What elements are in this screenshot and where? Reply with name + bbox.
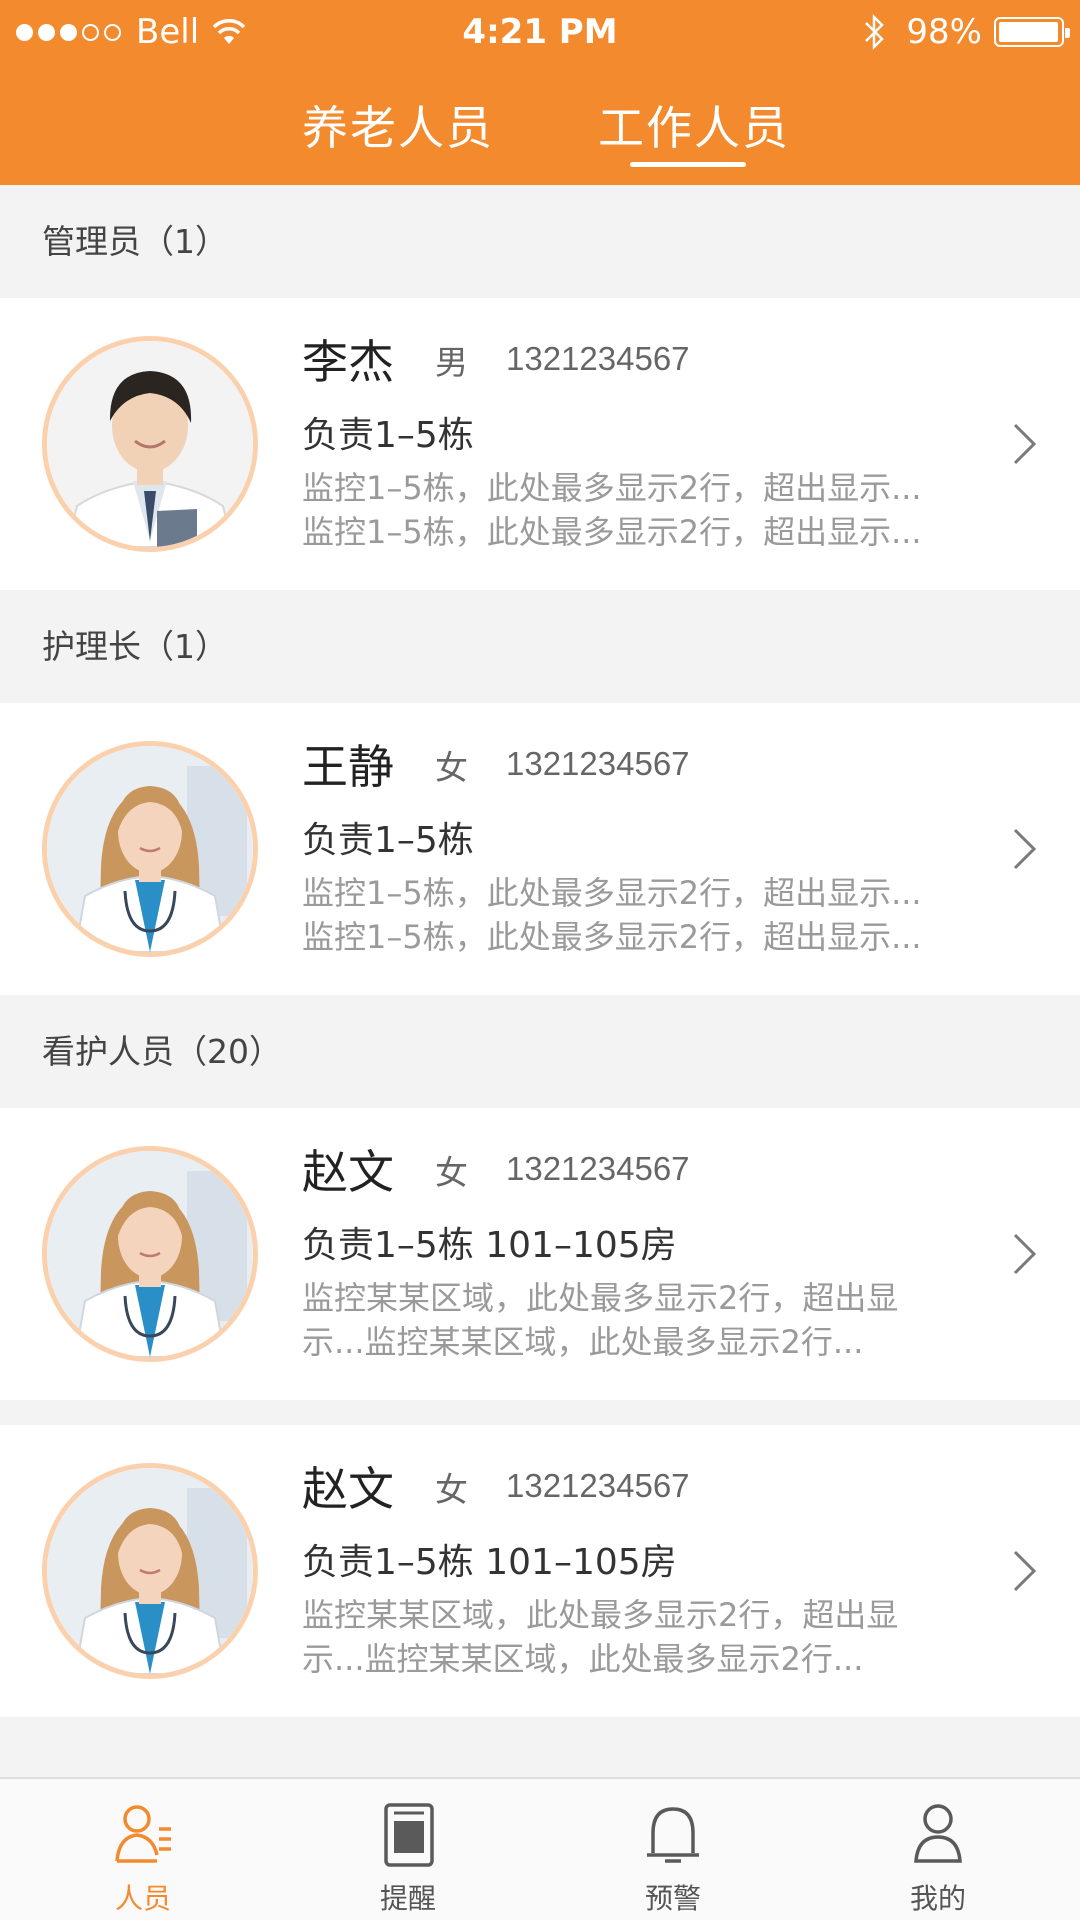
nav-label: 人员 xyxy=(114,1882,171,1915)
bluetooth-icon xyxy=(865,13,885,51)
staff-card[interactable]: 王静 女 1321234567 负责1–5栋 监控1–5栋，此处最多显示2行，超… xyxy=(0,703,1080,995)
tab-bar: 养老人员 工作人员 xyxy=(0,92,1080,162)
avatar xyxy=(42,336,258,552)
staff-duty: 负责1–5栋 xyxy=(302,820,474,861)
staff-gender: 女 xyxy=(435,1153,468,1192)
nav-reminders[interactable]: 提醒 xyxy=(273,1779,543,1920)
status-bar: Bell 4:21 PM 98% xyxy=(0,0,1080,70)
notebook-icon xyxy=(384,1803,434,1867)
nav-mine[interactable]: 我的 xyxy=(803,1779,1073,1920)
chevron-right-icon xyxy=(1013,828,1037,870)
staff-phone: 1321234567 xyxy=(506,1150,690,1187)
profile-icon xyxy=(914,1804,962,1863)
tab-staff[interactable]: 工作人员 xyxy=(598,92,790,158)
bottom-nav: 人员 提醒 预警 我的 xyxy=(0,1777,1080,1920)
staff-phone: 1321234567 xyxy=(506,745,690,782)
staff-name: 李杰 xyxy=(302,335,394,389)
staff-gender: 女 xyxy=(435,1470,468,1509)
avatar xyxy=(42,1146,258,1362)
chevron-right-icon xyxy=(1013,1233,1037,1275)
nav-alerts[interactable]: 预警 xyxy=(538,1779,808,1920)
header: Bell 4:21 PM 98% 养老人员 工作人员 xyxy=(0,0,1080,185)
staff-name: 赵文 xyxy=(302,1462,394,1516)
staff-card[interactable]: 赵文 女 1321234567 负责1–5栋 101–105房 监控某某区域，此… xyxy=(0,1425,1080,1717)
staff-duty: 负责1–5栋 101–105房 xyxy=(302,1542,677,1583)
staff-duty: 负责1–5栋 xyxy=(302,415,474,456)
staff-card[interactable]: 赵文 女 1321234567 负责1–5栋 101–105房 监控某某区域，此… xyxy=(0,1108,1080,1400)
section-header-head-nurse: 护理长（1） xyxy=(0,590,1080,703)
battery-percent: 98% xyxy=(906,12,982,52)
chevron-right-icon xyxy=(1013,423,1037,465)
avatar xyxy=(42,1463,258,1679)
staff-description: 监控某某区域，此处最多显示2行，超出显 示...监控某某区域，此处最多显示2行.… xyxy=(302,1596,899,1678)
nav-label: 提醒 xyxy=(379,1882,436,1915)
section-header-admin: 管理员（1） xyxy=(0,185,1080,298)
app-screen: Bell 4:21 PM 98% 养老人员 工作人员 管理员（1） 李杰 男 1… xyxy=(0,0,1080,1920)
bell-icon xyxy=(647,1807,699,1863)
staff-gender: 女 xyxy=(435,748,468,787)
staff-name: 赵文 xyxy=(302,1145,394,1199)
section-header-caregivers: 看护人员（20） xyxy=(0,995,1080,1108)
battery-icon xyxy=(994,17,1070,47)
nav-label: 预警 xyxy=(644,1882,701,1915)
nav-label: 我的 xyxy=(909,1882,966,1915)
staff-description: 监控1–5栋，此处最多显示2行，超出显示... 监控1–5栋，此处最多显示2行，… xyxy=(302,874,922,956)
tab-elderly[interactable]: 养老人员 xyxy=(302,92,494,158)
staff-description: 监控某某区域，此处最多显示2行，超出显 示...监控某某区域，此处最多显示2行.… xyxy=(302,1279,899,1361)
nav-people[interactable]: 人员 xyxy=(8,1779,278,1920)
staff-phone: 1321234567 xyxy=(506,1467,690,1504)
active-tab-indicator xyxy=(630,162,746,167)
staff-phone: 1321234567 xyxy=(506,340,690,377)
staff-name: 王静 xyxy=(302,740,394,794)
staff-duty: 负责1–5栋 101–105房 xyxy=(302,1225,677,1266)
staff-description: 监控1–5栋，此处最多显示2行，超出显示... 监控1–5栋，此处最多显示2行，… xyxy=(302,469,922,551)
staff-card[interactable]: 李杰 男 1321234567 负责1–5栋 监控1–5栋，此处最多显示2行，超… xyxy=(0,298,1080,590)
avatar xyxy=(42,741,258,957)
chevron-right-icon xyxy=(1013,1550,1037,1592)
person-list-icon xyxy=(115,1805,171,1863)
staff-gender: 男 xyxy=(435,343,468,382)
